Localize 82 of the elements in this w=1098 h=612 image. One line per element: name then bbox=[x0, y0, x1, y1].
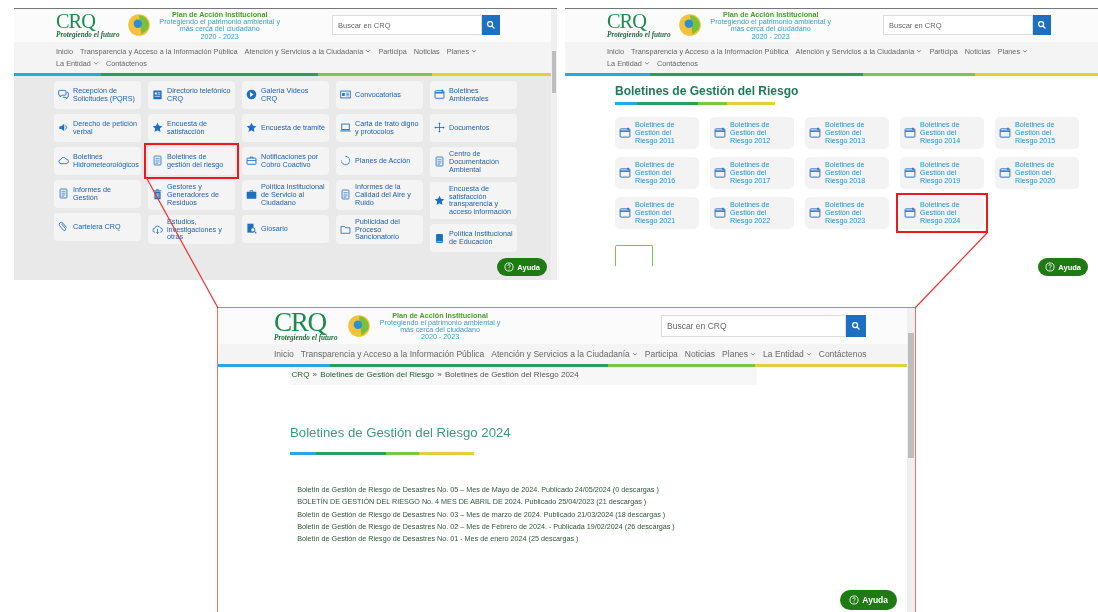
folder-icon bbox=[340, 223, 351, 235]
window-icon bbox=[714, 166, 726, 179]
spinner-icon bbox=[340, 155, 351, 167]
question-icon bbox=[504, 262, 515, 272]
suitcase-icon bbox=[246, 189, 257, 201]
page-title: Boletines de Gestión del Riesgo 2024 bbox=[290, 424, 512, 440]
nav-link[interactable]: Inicio bbox=[274, 349, 294, 360]
window-icon bbox=[809, 126, 821, 139]
caret-icon bbox=[750, 351, 757, 358]
paperclip-icon bbox=[58, 221, 69, 233]
search-button[interactable] bbox=[1033, 15, 1051, 36]
document-icon bbox=[340, 189, 351, 201]
caret-icon bbox=[365, 48, 372, 55]
caret-icon bbox=[916, 48, 923, 55]
window-icon bbox=[999, 166, 1011, 179]
nav-link[interactable]: La Entidad bbox=[763, 349, 812, 360]
card-icon bbox=[340, 89, 351, 101]
arrows-icon bbox=[434, 122, 445, 134]
speaker-icon bbox=[58, 122, 69, 134]
window-icon bbox=[619, 126, 631, 139]
document-icon bbox=[434, 156, 445, 168]
window-icon bbox=[619, 206, 631, 219]
directory-icon bbox=[152, 89, 163, 101]
magnifier-document-icon bbox=[246, 223, 257, 235]
help-button[interactable]: Ayuda bbox=[840, 590, 897, 610]
window-icon bbox=[999, 126, 1011, 139]
nav-link[interactable]: Atención y Servicios a la Ciudadanía bbox=[491, 349, 638, 360]
breadcrumb-separator: » bbox=[312, 370, 317, 380]
window-icon bbox=[904, 126, 916, 139]
cut-off-button[interactable] bbox=[615, 244, 653, 266]
nav-link[interactable]: Transparencia y Acceso a la Información Pública bbox=[300, 349, 485, 360]
window-icon bbox=[434, 89, 445, 101]
document-icon bbox=[152, 155, 163, 167]
star-icon bbox=[434, 194, 445, 206]
plan-emblem-icon bbox=[677, 13, 702, 38]
chat-icon bbox=[58, 89, 69, 101]
breadcrumb-separator: » bbox=[437, 370, 442, 380]
search-button[interactable] bbox=[846, 315, 866, 338]
window-icon bbox=[809, 206, 821, 219]
plan-emblem-icon bbox=[347, 314, 372, 339]
caret-icon bbox=[1022, 48, 1029, 55]
search-field[interactable]: Buscar en CRQ bbox=[661, 315, 846, 338]
briefcase-icon bbox=[246, 155, 257, 167]
caret-icon bbox=[92, 60, 99, 67]
page-title: Boletines de Gestión del Riesgo bbox=[615, 83, 800, 98]
window-icon bbox=[714, 126, 726, 139]
nav-link[interactable]: Planes bbox=[722, 349, 757, 360]
window-icon bbox=[619, 166, 631, 179]
caret-icon bbox=[631, 351, 638, 358]
breadcrumb-link[interactable]: Boletines de Gestión del Riesgo bbox=[320, 370, 435, 380]
window-icon bbox=[714, 206, 726, 219]
window-icon bbox=[904, 166, 916, 179]
search-icon bbox=[486, 20, 496, 31]
play-icon bbox=[246, 89, 257, 101]
star-icon bbox=[152, 122, 163, 134]
scrollbar-thumb[interactable] bbox=[908, 333, 914, 458]
nav-link[interactable]: Participa bbox=[644, 349, 678, 360]
trash-icon bbox=[152, 189, 163, 201]
caret-icon bbox=[643, 60, 650, 67]
breadcrumb-link[interactable]: CRQ bbox=[291, 370, 310, 380]
question-icon bbox=[1045, 262, 1056, 272]
scrollbar[interactable] bbox=[551, 9, 557, 280]
laptop-icon bbox=[340, 122, 351, 134]
caret-icon bbox=[805, 351, 812, 358]
nav-link[interactable]: Noticias bbox=[684, 349, 716, 360]
breadcrumb-current: Boletines de Gestión del Riesgo 2024 bbox=[444, 370, 579, 380]
nav-link[interactable]: Contáctenos bbox=[818, 349, 867, 360]
star-icon bbox=[246, 122, 257, 134]
search-icon bbox=[1037, 20, 1047, 31]
scrollbar-thumb[interactable] bbox=[552, 51, 556, 93]
search-button[interactable] bbox=[482, 15, 500, 36]
search-icon bbox=[851, 321, 861, 332]
window-icon bbox=[904, 206, 916, 219]
document-icon bbox=[58, 188, 69, 200]
book-icon bbox=[434, 232, 445, 244]
plan-emblem-icon bbox=[126, 13, 151, 38]
window-icon bbox=[809, 166, 821, 179]
caret-icon bbox=[471, 48, 478, 55]
cloud-download-icon bbox=[152, 223, 163, 235]
scrollbar[interactable] bbox=[907, 308, 915, 612]
question-icon bbox=[849, 595, 860, 605]
cloud-icon bbox=[58, 155, 69, 167]
